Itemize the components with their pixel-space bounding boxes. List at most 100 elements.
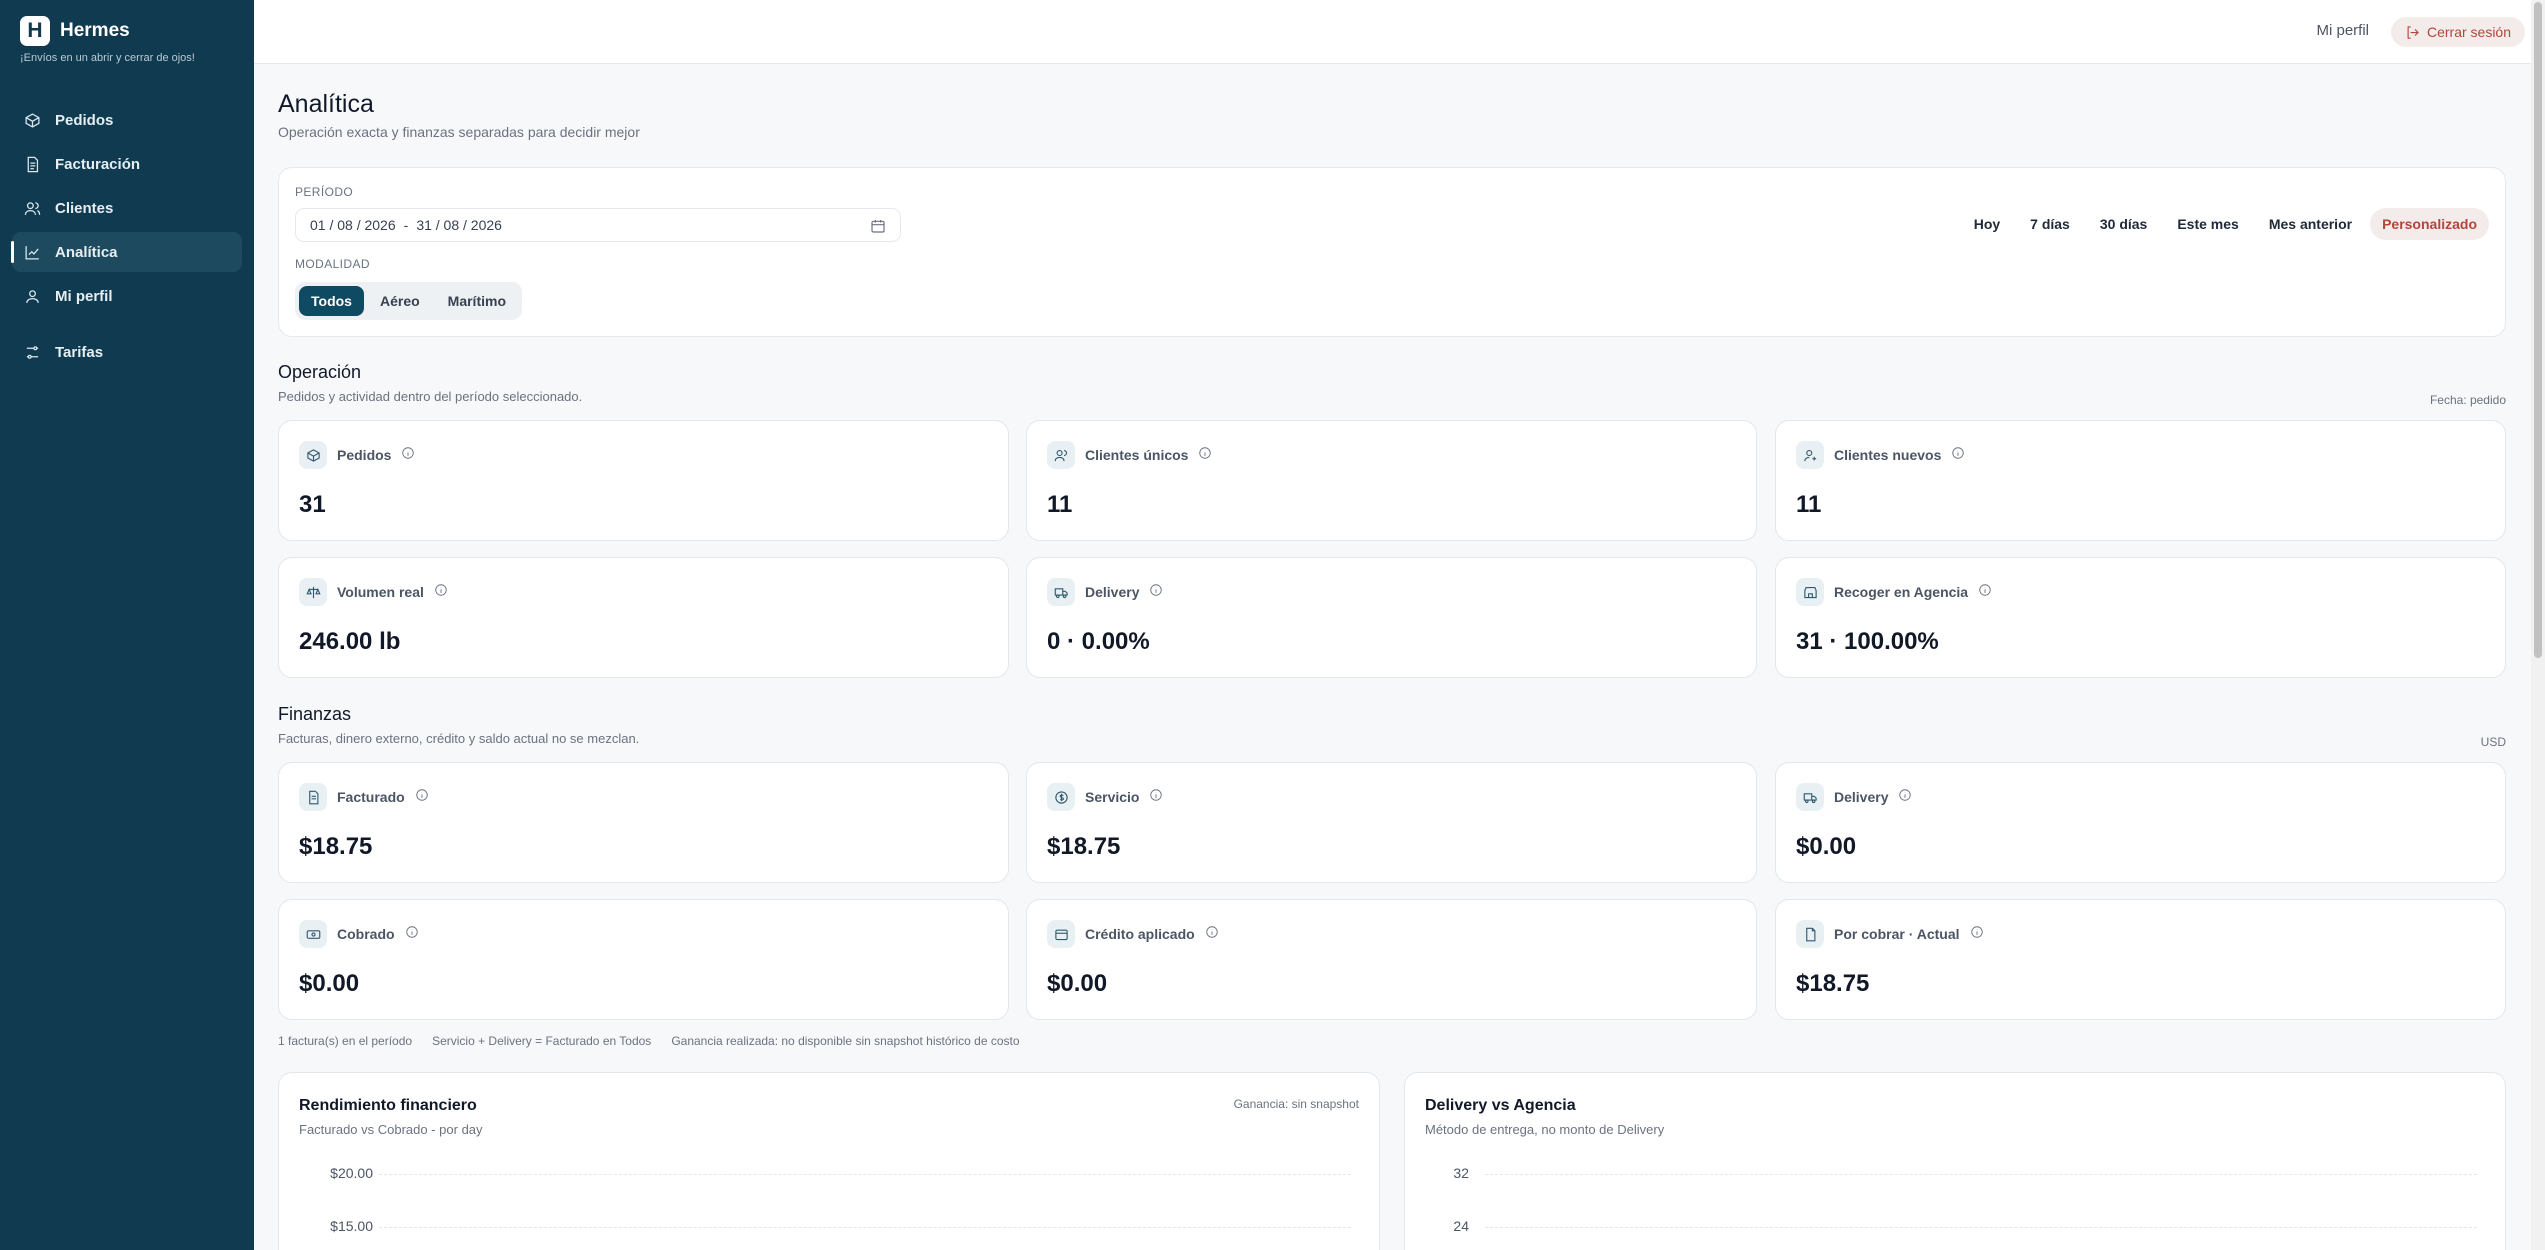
- page-scrollbar[interactable]: [2531, 0, 2545, 1250]
- logout-label: Cerrar sesión: [2426, 24, 2511, 40]
- operacion-subtitle: Pedidos y actividad dentro del período s…: [278, 389, 583, 404]
- preset-este-mes[interactable]: Este mes: [2165, 208, 2250, 240]
- sidebar-item-label: Facturación: [55, 155, 141, 173]
- date-range-input[interactable]: 01 / 08 / 2026 - 31 / 08 / 2026: [295, 208, 901, 242]
- info-icon[interactable]: [1970, 925, 1984, 944]
- topbar: Mi perfil Cerrar sesión: [254, 0, 2531, 64]
- kpi-value: 31: [299, 491, 326, 518]
- mode-selector: Todos Aéreo Marítimo: [295, 282, 522, 320]
- user-plus-icon: [1796, 441, 1824, 469]
- info-icon[interactable]: [415, 788, 429, 807]
- chart-card-rendimiento: Rendimiento financiero Facturado vs Cobr…: [278, 1072, 1380, 1250]
- brand-logo: H: [20, 16, 50, 46]
- info-icon[interactable]: [405, 925, 419, 944]
- info-icon[interactable]: [1898, 788, 1912, 807]
- kpi-label: Delivery: [1834, 789, 1889, 805]
- sidebar-item-pedidos[interactable]: Pedidos: [12, 100, 242, 140]
- package-icon: [25, 112, 40, 128]
- finanzas-subtitle: Facturas, dinero externo, crédito y sald…: [278, 731, 640, 746]
- sidebar-item-label: Analítica: [55, 243, 118, 261]
- gridline: [1485, 1227, 2477, 1228]
- wallet-icon: [1047, 920, 1075, 948]
- calendar-icon[interactable]: [870, 218, 886, 234]
- info-icon[interactable]: [1978, 583, 1992, 602]
- kpi-card-delivery-finanzas: Delivery $0.00: [1775, 762, 2506, 883]
- y-tick-label: 24: [1453, 1218, 1469, 1234]
- date-from[interactable]: 01 / 08 / 2026: [310, 217, 396, 233]
- kpi-value: $18.75: [1796, 970, 1870, 997]
- info-icon[interactable]: [1205, 925, 1219, 944]
- preset-mes-anterior[interactable]: Mes anterior: [2257, 208, 2364, 240]
- brand[interactable]: H Hermes: [20, 16, 130, 46]
- filter-card: PERÍODO 01 / 08 / 2026 - 31 / 08 / 2026 …: [278, 167, 2506, 337]
- logout-icon: [2407, 25, 2419, 39]
- kpi-label: Recoger en Agencia: [1834, 584, 1969, 600]
- kpi-label: Crédito aplicado: [1085, 926, 1195, 942]
- kpi-card-credito-aplicado: Crédito aplicado $0.00: [1026, 899, 1757, 1020]
- chart-card-delivery-vs-agencia: Delivery vs Agencia Método de entrega, n…: [1404, 1072, 2506, 1250]
- chart-icon: [25, 245, 39, 260]
- kpi-label: Por cobrar · Actual: [1834, 926, 1960, 942]
- kpi-card-recoger-agencia: Recoger en Agencia 31 · 100.00%: [1775, 557, 2506, 678]
- kpi-value: 246.00 lb: [299, 628, 401, 655]
- info-icon[interactable]: [434, 583, 448, 602]
- store-icon: [1796, 578, 1824, 606]
- sidebar-item-clientes[interactable]: Clientes: [12, 188, 242, 228]
- date-separator: -: [403, 217, 409, 233]
- finanzas-title: Finanzas: [278, 704, 352, 724]
- sidebar-item-tarifas[interactable]: Tarifas: [12, 332, 242, 372]
- kpi-label: Clientes únicos: [1085, 447, 1189, 463]
- y-tick-label: $15.00: [330, 1218, 373, 1234]
- chart-title: Delivery vs Agencia: [1425, 1097, 1576, 1114]
- info-icon[interactable]: [1951, 446, 1965, 465]
- mode-maritimo[interactable]: Marítimo: [436, 286, 518, 316]
- kpi-value: 11: [1796, 491, 1822, 518]
- chart-subtitle: Método de entrega, no monto de Delivery: [1425, 1122, 1665, 1137]
- mode-todos[interactable]: Todos: [299, 286, 364, 316]
- kpi-card-volumen-real: Volumen real 246.00 lb: [278, 557, 1009, 678]
- sidebar-item-facturacion[interactable]: Facturación: [12, 144, 242, 184]
- kpi-card-facturado: Facturado $18.75: [278, 762, 1009, 883]
- info-icon[interactable]: [1198, 446, 1212, 465]
- info-icon[interactable]: [1149, 788, 1163, 807]
- date-to[interactable]: 31 / 08 / 2026: [416, 217, 502, 233]
- sidebar-item-label: Pedidos: [55, 111, 114, 129]
- mode-label: MODALIDAD: [295, 257, 370, 271]
- preset-hoy[interactable]: Hoy: [1962, 208, 2012, 240]
- operacion-note: Fecha: pedido: [2429, 393, 2506, 407]
- kpi-label: Delivery: [1085, 584, 1140, 600]
- sidebar-item-label: Mi perfil: [55, 287, 113, 305]
- page-title: Analítica: [278, 90, 374, 118]
- mode-aereo[interactable]: Aéreo: [368, 286, 432, 316]
- kpi-label: Servicio: [1085, 789, 1140, 805]
- cash-icon: [299, 920, 327, 948]
- topbar-profile-link[interactable]: Mi perfil: [2316, 22, 2369, 39]
- sidebar-item-mi-perfil[interactable]: Mi perfil: [12, 276, 242, 316]
- kpi-label: Facturado: [337, 789, 405, 805]
- file-icon: [1796, 920, 1824, 948]
- footnote: Servicio + Delivery = Facturado en Todos: [432, 1034, 652, 1048]
- scrollbar-thumb[interactable]: [2534, 2, 2542, 658]
- y-tick-label: 32: [1453, 1165, 1469, 1181]
- kpi-label: Cobrado: [337, 926, 395, 942]
- sidebar: H Hermes ¡Envíos en un abrir y cerrar de…: [0, 0, 254, 1250]
- dollar-icon: [1047, 783, 1075, 811]
- scale-icon: [299, 578, 327, 606]
- kpi-value: $18.75: [1047, 833, 1121, 860]
- kpi-value: 11: [1047, 491, 1073, 518]
- brand-tagline: ¡Envíos en un abrir y cerrar de ojos!: [20, 52, 195, 64]
- kpi-card-servicio: Servicio $18.75: [1026, 762, 1757, 883]
- kpi-label: Volumen real: [337, 584, 424, 600]
- preset-7-dias[interactable]: 7 días: [2018, 208, 2082, 240]
- preset-personalizado[interactable]: Personalizado: [2370, 208, 2489, 240]
- preset-30-dias[interactable]: 30 días: [2088, 208, 2159, 240]
- sidebar-item-analitica[interactable]: Analítica: [11, 232, 242, 272]
- logout-button[interactable]: Cerrar sesión: [2390, 17, 2525, 47]
- kpi-card-clientes-nuevos: Clientes nuevos 11: [1775, 420, 2506, 541]
- info-icon[interactable]: [1149, 583, 1163, 602]
- info-icon[interactable]: [401, 446, 415, 465]
- gridline: [379, 1174, 1351, 1175]
- invoice-icon: [299, 783, 327, 811]
- chart-title: Rendimiento financiero: [299, 1097, 477, 1114]
- date-presets: Hoy 7 días 30 días Este mes Mes anterior…: [1962, 208, 2489, 240]
